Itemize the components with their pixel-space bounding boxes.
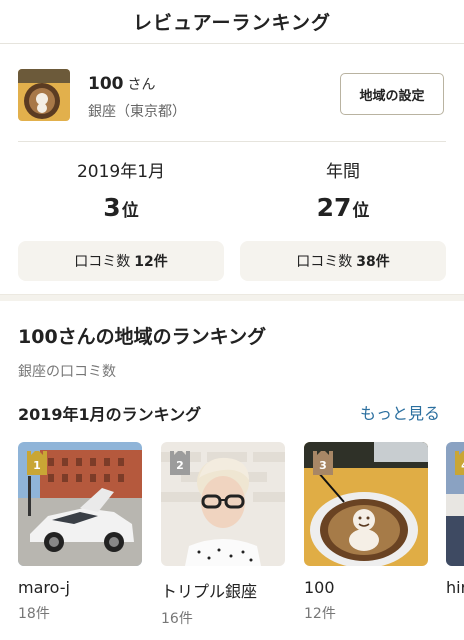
yearly-stat: 年間 27位 口コミ数 38件 — [240, 160, 446, 281]
stat-rank: 27位 — [240, 191, 446, 225]
rank-number: 27 — [316, 193, 352, 222]
rank-unit: 位 — [352, 201, 370, 221]
monthly-ranking-title: 2019年1月のランキング — [18, 405, 202, 424]
reviewer-name[interactable]: 100 — [304, 578, 428, 597]
ranking-card[interactable]: 4 hir — [446, 442, 464, 597]
reviewer-photo[interactable]: 2 — [161, 442, 285, 566]
user-name-text: 100 — [88, 74, 124, 94]
reviewer-photo[interactable]: 3 — [304, 442, 428, 566]
region-ranking-subtitle: 銀座の口コミ数 — [18, 364, 116, 380]
header-bar: レビュアーランキング — [0, 0, 464, 44]
divider — [18, 141, 446, 142]
rank-number: 2 — [176, 459, 184, 472]
reviewer-count: 18件 — [18, 606, 50, 622]
rank-badge-icon: 3 — [313, 451, 333, 475]
review-count-label: 口コミ数 — [74, 254, 131, 270]
rank-badge-icon: 4 — [455, 451, 464, 475]
page-title: レビュアーランキング — [133, 12, 331, 34]
review-count-box: 口コミ数 38件 — [240, 241, 446, 281]
monthly-stat: 2019年1月 3位 口コミ数 12件 — [18, 160, 224, 281]
avatar[interactable] — [18, 69, 70, 121]
review-count-value: 12件 — [134, 254, 168, 270]
user-profile: 100 さん 銀座（東京都） 地域の設定 — [0, 44, 464, 142]
rank-badge-icon: 2 — [170, 451, 190, 475]
reviewer-photo[interactable]: 1 — [18, 442, 142, 566]
see-more-link[interactable]: もっと見る — [360, 400, 440, 424]
ranking-card[interactable]: 3 100 12件 — [304, 442, 428, 623]
reviewer-photo[interactable]: 4 — [446, 442, 464, 566]
stat-period: 2019年1月 — [76, 162, 166, 182]
reviewer-count: 12件 — [304, 606, 336, 622]
stat-rank: 3位 — [18, 191, 224, 225]
stat-period: 年間 — [326, 162, 360, 182]
rank-unit: 位 — [121, 201, 139, 221]
reviewer-count: 16件 — [161, 611, 193, 627]
rank-number: 3 — [103, 193, 121, 222]
rank-badge-icon: 1 — [27, 451, 47, 475]
reviewer-name[interactable]: maro-j — [18, 578, 142, 597]
review-count-box: 口コミ数 12件 — [18, 241, 224, 281]
reviewer-name[interactable]: トリプル銀座 — [161, 578, 285, 602]
user-name-suffix: さん — [127, 77, 156, 93]
user-area: 銀座（東京都） — [88, 104, 186, 120]
rank-number: 3 — [319, 459, 327, 472]
ranking-card[interactable]: 1 maro-j 18件 — [18, 442, 142, 623]
user-name: 100 さん — [88, 74, 156, 94]
rank-number: 4 — [455, 459, 464, 472]
section-separator — [0, 294, 464, 301]
rank-number: 1 — [33, 459, 41, 472]
region-ranking-title: 100さんの地域のランキング — [18, 326, 267, 348]
reviewer-name[interactable]: hir — [446, 578, 464, 597]
ranking-card[interactable]: 2 トリプル銀座 16件 — [161, 442, 285, 628]
area-settings-button[interactable]: 地域の設定 — [340, 73, 444, 115]
review-count-value: 38件 — [356, 254, 390, 270]
review-count-label: 口コミ数 — [296, 254, 353, 270]
